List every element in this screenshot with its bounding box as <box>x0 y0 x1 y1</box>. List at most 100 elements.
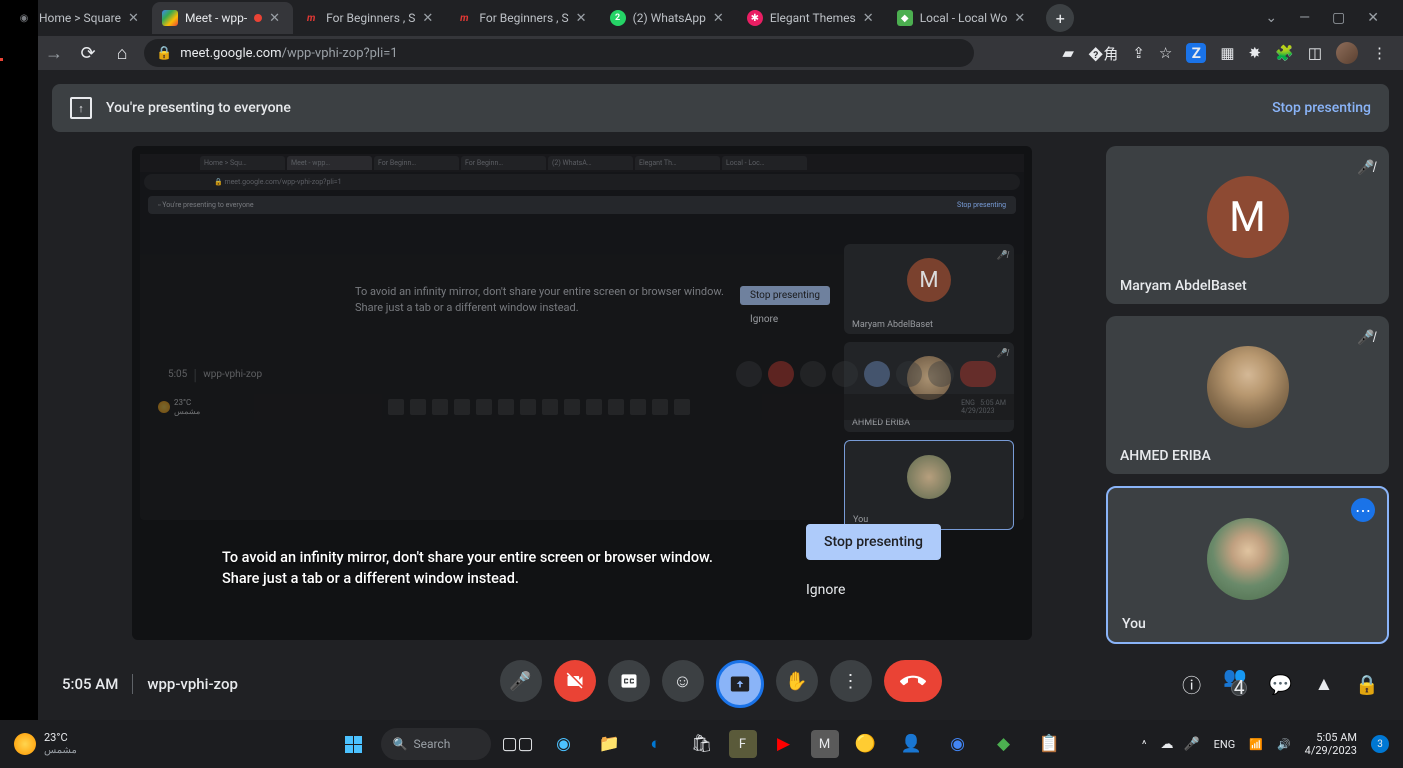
store-icon[interactable]: 🛍 <box>683 725 721 763</box>
activities-icon[interactable]: ▲ <box>1315 672 1334 696</box>
tab-2[interactable]: mFor Beginners , S✕ <box>293 2 446 34</box>
mic-off-icon: 🎤̸ <box>1355 156 1377 178</box>
extension-icon[interactable]: ✸ <box>1249 44 1262 62</box>
meet-right-controls: ⓘ 👥4 💬 ▲ 🔒 <box>1182 665 1379 704</box>
dropdown-icon[interactable]: ⌄ <box>1265 10 1277 26</box>
window-controls: ⌄ ― ▢ ✕ <box>1265 10 1397 26</box>
edge-icon[interactable]: ◐ <box>637 725 675 763</box>
close-icon[interactable]: ✕ <box>128 11 142 25</box>
chrome-top: ◉Home > Square✕ Meet - wpp-✕ mFor Beginn… <box>0 0 1403 70</box>
start-button[interactable] <box>335 725 373 763</box>
side-panel-icon[interactable]: ◫ <box>1308 44 1322 62</box>
infinity-mirror-hint: To avoid an infinity mirror, don't share… <box>222 547 713 591</box>
minimize-button[interactable]: ― <box>1299 10 1310 26</box>
tab-6[interactable]: ◆Local - Local Wo✕ <box>887 2 1039 34</box>
file-explorer-icon[interactable]: 📁 <box>591 725 629 763</box>
app-icon[interactable]: M <box>811 730 839 758</box>
maximize-button[interactable]: ▢ <box>1332 10 1345 26</box>
extensions-icon[interactable]: 🧩 <box>1275 44 1294 62</box>
recording-icon <box>254 14 262 22</box>
tab-0[interactable]: ◉Home > Square✕ <box>6 2 152 34</box>
tab-3[interactable]: mFor Beginners , S✕ <box>446 2 599 34</box>
app-icon[interactable]: 👤 <box>893 725 931 763</box>
bookmark-icon[interactable]: ☆ <box>1159 44 1172 62</box>
lock-icon: 🔒 <box>156 46 172 61</box>
meet-bottom-bar: 5:05 AM wpp-vphi-zop 🎤 ☺ ✋ ⋮ ⓘ 👥4 💬 ▲ 🔒 <box>38 648 1403 720</box>
browser-toolbar: ← → ⟳ ⌂ 🔒 meet.google.com/wpp-vphi-zop?p… <box>0 36 1403 70</box>
meet-app: ↑ You're presenting to everyone Stop pre… <box>38 70 1403 720</box>
weather-widget[interactable]: 23°Cمشمس <box>14 731 77 756</box>
taskbar-right: ^ ☁ 🎤 ENG 📶 🔊 5:05 AM4/29/2023 3 <box>1142 731 1389 757</box>
tab-strip: ◉Home > Square✕ Meet - wpp-✕ mFor Beginn… <box>0 0 1403 36</box>
mirror-hint-text: To avoid an infinity mirror, don't share… <box>355 284 724 315</box>
share-icon[interactable]: ⇪ <box>1132 44 1145 62</box>
reload-button[interactable]: ⟳ <box>76 43 100 64</box>
info-icon[interactable]: ⓘ <box>1182 671 1201 698</box>
chrome-icon[interactable]: ◉ <box>939 725 977 763</box>
home-button[interactable]: ⌂ <box>110 43 134 64</box>
more-options-button[interactable]: ⋮ <box>830 660 872 702</box>
mic-tray-icon[interactable]: 🎤 <box>1183 737 1199 752</box>
mic-button[interactable]: 🎤 <box>500 660 542 702</box>
meeting-code: wpp-vphi-zop <box>147 675 238 693</box>
close-icon[interactable]: ✕ <box>576 11 590 25</box>
notification-badge[interactable]: 3 <box>1371 735 1389 753</box>
presenting-banner: ↑ You're presenting to everyone Stop pre… <box>52 84 1389 132</box>
local-icon[interactable]: ◆ <box>985 725 1023 763</box>
stop-presenting-link[interactable]: Stop presenting <box>1272 100 1371 116</box>
menu-icon[interactable]: ⋮ <box>1372 44 1387 62</box>
tab-5[interactable]: ✱Elegant Themes✕ <box>737 2 887 34</box>
camera-off-button[interactable] <box>554 660 596 702</box>
profile-avatar[interactable] <box>1336 42 1358 64</box>
tab-1[interactable]: Meet - wpp-✕ <box>152 2 293 34</box>
app-icon[interactable]: 📋 <box>1031 725 1069 763</box>
chrome-icon[interactable]: 🟡 <box>847 725 885 763</box>
host-controls-icon[interactable]: 🔒 <box>1355 673 1379 696</box>
chat-icon[interactable]: 💬 <box>1269 673 1293 696</box>
extension-z-icon[interactable]: Z <box>1186 43 1206 63</box>
captions-button[interactable] <box>608 660 650 702</box>
app-icon[interactable]: F <box>729 730 757 758</box>
youtube-icon[interactable]: ▶ <box>765 725 803 763</box>
taskbar-search[interactable]: 🔍Search <box>381 728 491 760</box>
participant-tile[interactable]: 🎤̸ AHMED ERIBA <box>1106 316 1389 474</box>
translate-icon[interactable]: �角 <box>1088 43 1118 64</box>
ignore-button[interactable]: Ignore <box>806 582 845 598</box>
people-icon[interactable]: 👥4 <box>1223 665 1247 704</box>
raise-hand-button[interactable]: ✋ <box>776 660 818 702</box>
toolbar-right: ▰ �角 ⇪ ☆ Z ▦ ✸ 🧩 ◫ ⋮ <box>1062 42 1395 64</box>
participant-tile-self[interactable]: ⋯ You <box>1106 486 1389 644</box>
more-icon[interactable]: ⋯ <box>1351 498 1375 522</box>
volume-icon[interactable]: 🔊 <box>1277 738 1291 751</box>
close-icon[interactable]: ✕ <box>713 11 727 25</box>
mirror-stop-button: Stop presenting <box>740 286 830 305</box>
camera-icon[interactable]: ▰ <box>1062 44 1074 62</box>
new-tab-button[interactable]: + <box>1046 4 1074 32</box>
language-indicator[interactable]: ENG <box>1214 738 1236 751</box>
app-icon[interactable]: ◉ <box>545 725 583 763</box>
windows-taskbar: 23°Cمشمس 🔍Search ▢▢ ◉ 📁 ◐ 🛍 F ▶ M 🟡 👤 ◉ … <box>0 720 1403 768</box>
extension-icon[interactable]: ▦ <box>1220 44 1234 62</box>
taskbar-clock[interactable]: 5:05 AM4/29/2023 <box>1305 731 1357 757</box>
close-window-button[interactable]: ✕ <box>1367 10 1379 26</box>
close-icon[interactable]: ✕ <box>422 11 436 25</box>
avatar: M <box>1207 176 1289 258</box>
main-stage: Home > Squ…Meet - wpp…For Beginn…For Beg… <box>52 146 1092 640</box>
address-bar[interactable]: 🔒 meet.google.com/wpp-vphi-zop?pli=1 <box>144 39 974 67</box>
participant-tile[interactable]: 🎤̸ M Maryam AbdelBaset <box>1106 146 1389 304</box>
close-icon[interactable]: ✕ <box>1014 11 1028 25</box>
task-view-icon[interactable]: ▢▢ <box>499 725 537 763</box>
chevron-up-icon[interactable]: ^ <box>1142 738 1147 751</box>
hangup-button[interactable] <box>884 660 942 702</box>
wifi-icon[interactable]: 📶 <box>1249 738 1263 751</box>
tab-4[interactable]: 2(2) WhatsApp✕ <box>600 2 737 34</box>
mirror-ignore: Ignore <box>750 314 778 325</box>
present-button[interactable] <box>716 660 764 708</box>
forward-button[interactable]: → <box>42 43 66 64</box>
close-icon[interactable]: ✕ <box>269 11 283 25</box>
stop-presenting-button[interactable]: Stop presenting <box>806 524 941 560</box>
close-icon[interactable]: ✕ <box>863 11 877 25</box>
reactions-button[interactable]: ☺ <box>662 660 704 702</box>
devtools-sliver <box>0 0 38 720</box>
onedrive-icon[interactable]: ☁ <box>1160 737 1173 752</box>
